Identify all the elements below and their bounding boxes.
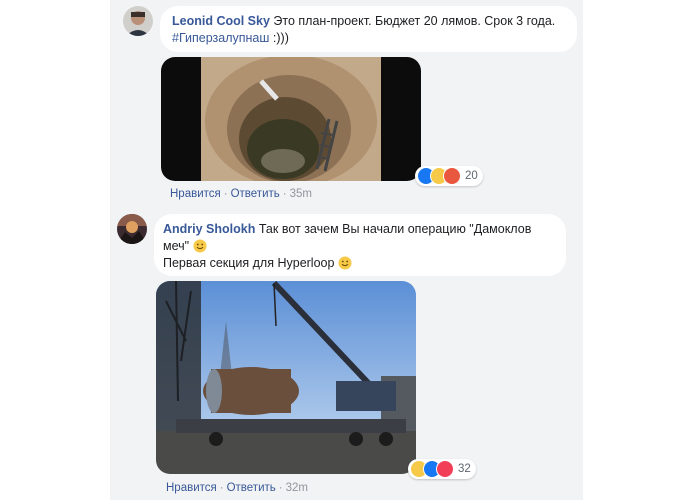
comment-feed: Leonid Cool Sky Это план-проект. Бюджет … xyxy=(110,0,583,500)
like-link[interactable]: Нравится xyxy=(166,482,217,494)
comment-text-line2: Первая секция для Hyperloop xyxy=(163,256,335,270)
reactions-summary[interactable]: 20 xyxy=(415,166,483,186)
reactions-summary[interactable]: 32 xyxy=(408,459,476,479)
separator-dot: · xyxy=(223,188,228,200)
separator-dot: · xyxy=(219,482,224,494)
comment-photo-crane[interactable] xyxy=(156,281,416,474)
avatar[interactable] xyxy=(123,6,153,36)
reply-link[interactable]: Ответить xyxy=(231,188,280,200)
separator-dot: · xyxy=(282,188,287,200)
avatar[interactable] xyxy=(117,214,147,244)
comment-actions: Нравится · Ответить · 35m xyxy=(170,188,312,200)
love-icon xyxy=(436,460,454,478)
comment-text-trailer: :))) xyxy=(269,31,289,45)
smile-emoji-icon xyxy=(193,239,207,253)
reaction-count: 20 xyxy=(465,170,478,182)
reaction-count: 32 xyxy=(458,463,471,475)
comment-timestamp[interactable]: 32m xyxy=(286,482,308,494)
comment-photo-pit[interactable] xyxy=(161,57,421,181)
comment-timestamp[interactable]: 35m xyxy=(290,188,312,200)
reply-link[interactable]: Ответить xyxy=(227,482,276,494)
comment-text: Это план-проект. Бюджет 20 лямов. Срок 3… xyxy=(273,14,556,28)
angry-icon xyxy=(443,167,461,185)
comment-bubble: Andriy Sholokh Так вот зачем Вы начали о… xyxy=(154,214,566,276)
comment-actions: Нравится · Ответить · 32m xyxy=(166,482,308,494)
hashtag-link[interactable]: #Гиперзалупнаш xyxy=(172,31,269,45)
comment-author[interactable]: Leonid Cool Sky xyxy=(172,14,270,28)
smile-emoji-icon xyxy=(338,256,352,270)
comment-author[interactable]: Andriy Sholokh xyxy=(163,222,255,236)
separator-dot: · xyxy=(278,482,283,494)
comment-bubble: Leonid Cool Sky Это план-проект. Бюджет … xyxy=(160,6,577,52)
like-link[interactable]: Нравится xyxy=(170,188,221,200)
